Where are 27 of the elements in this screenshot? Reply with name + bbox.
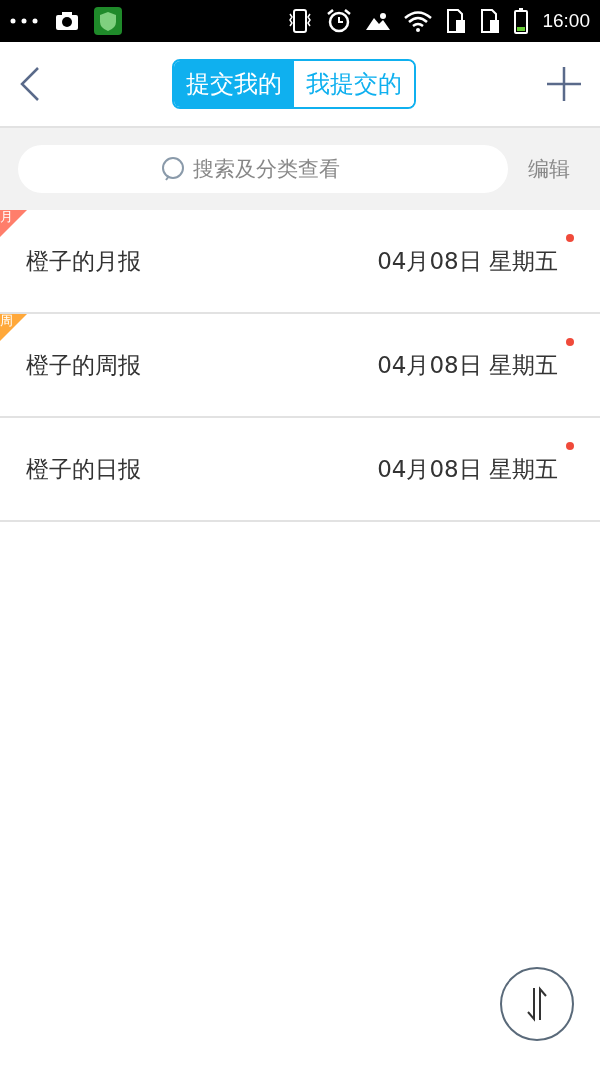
search-icon: [161, 156, 187, 182]
shield-app-icon: [94, 7, 122, 35]
alarm-icon: [326, 8, 353, 34]
battery-icon: [514, 8, 529, 34]
report-date: 04月08日 星期五: [377, 350, 558, 380]
report-title: 橙子的周报: [26, 350, 141, 380]
sim-card-icon: [446, 8, 467, 34]
swap-arrows-icon: [525, 986, 549, 1022]
report-title: 橙子的月报: [26, 246, 141, 276]
tag-label: 月: [0, 210, 13, 224]
camera-icon: [54, 11, 80, 31]
report-row[interactable]: 周 橙子的周报 04月08日 星期五: [0, 314, 600, 418]
report-row[interactable]: 月 橙子的月报 04月08日 星期五: [0, 210, 600, 314]
vibrate-icon: [288, 8, 313, 34]
sim-card-icon: [480, 8, 501, 34]
report-row[interactable]: 橙子的日报 04月08日 星期五: [0, 418, 600, 522]
report-date: 04月08日 星期五: [377, 246, 558, 276]
report-date: 04月08日 星期五: [377, 454, 558, 484]
back-icon[interactable]: [18, 66, 42, 102]
report-title: 橙子的日报: [26, 454, 141, 484]
search-field[interactable]: 搜索及分类查看: [191, 156, 365, 182]
image-icon: [366, 12, 391, 30]
add-icon[interactable]: [546, 66, 582, 102]
more-icon: [10, 18, 40, 24]
status-time: 16:00: [542, 10, 590, 32]
wifi-icon: [404, 10, 433, 32]
tag-label: 周: [0, 314, 13, 328]
